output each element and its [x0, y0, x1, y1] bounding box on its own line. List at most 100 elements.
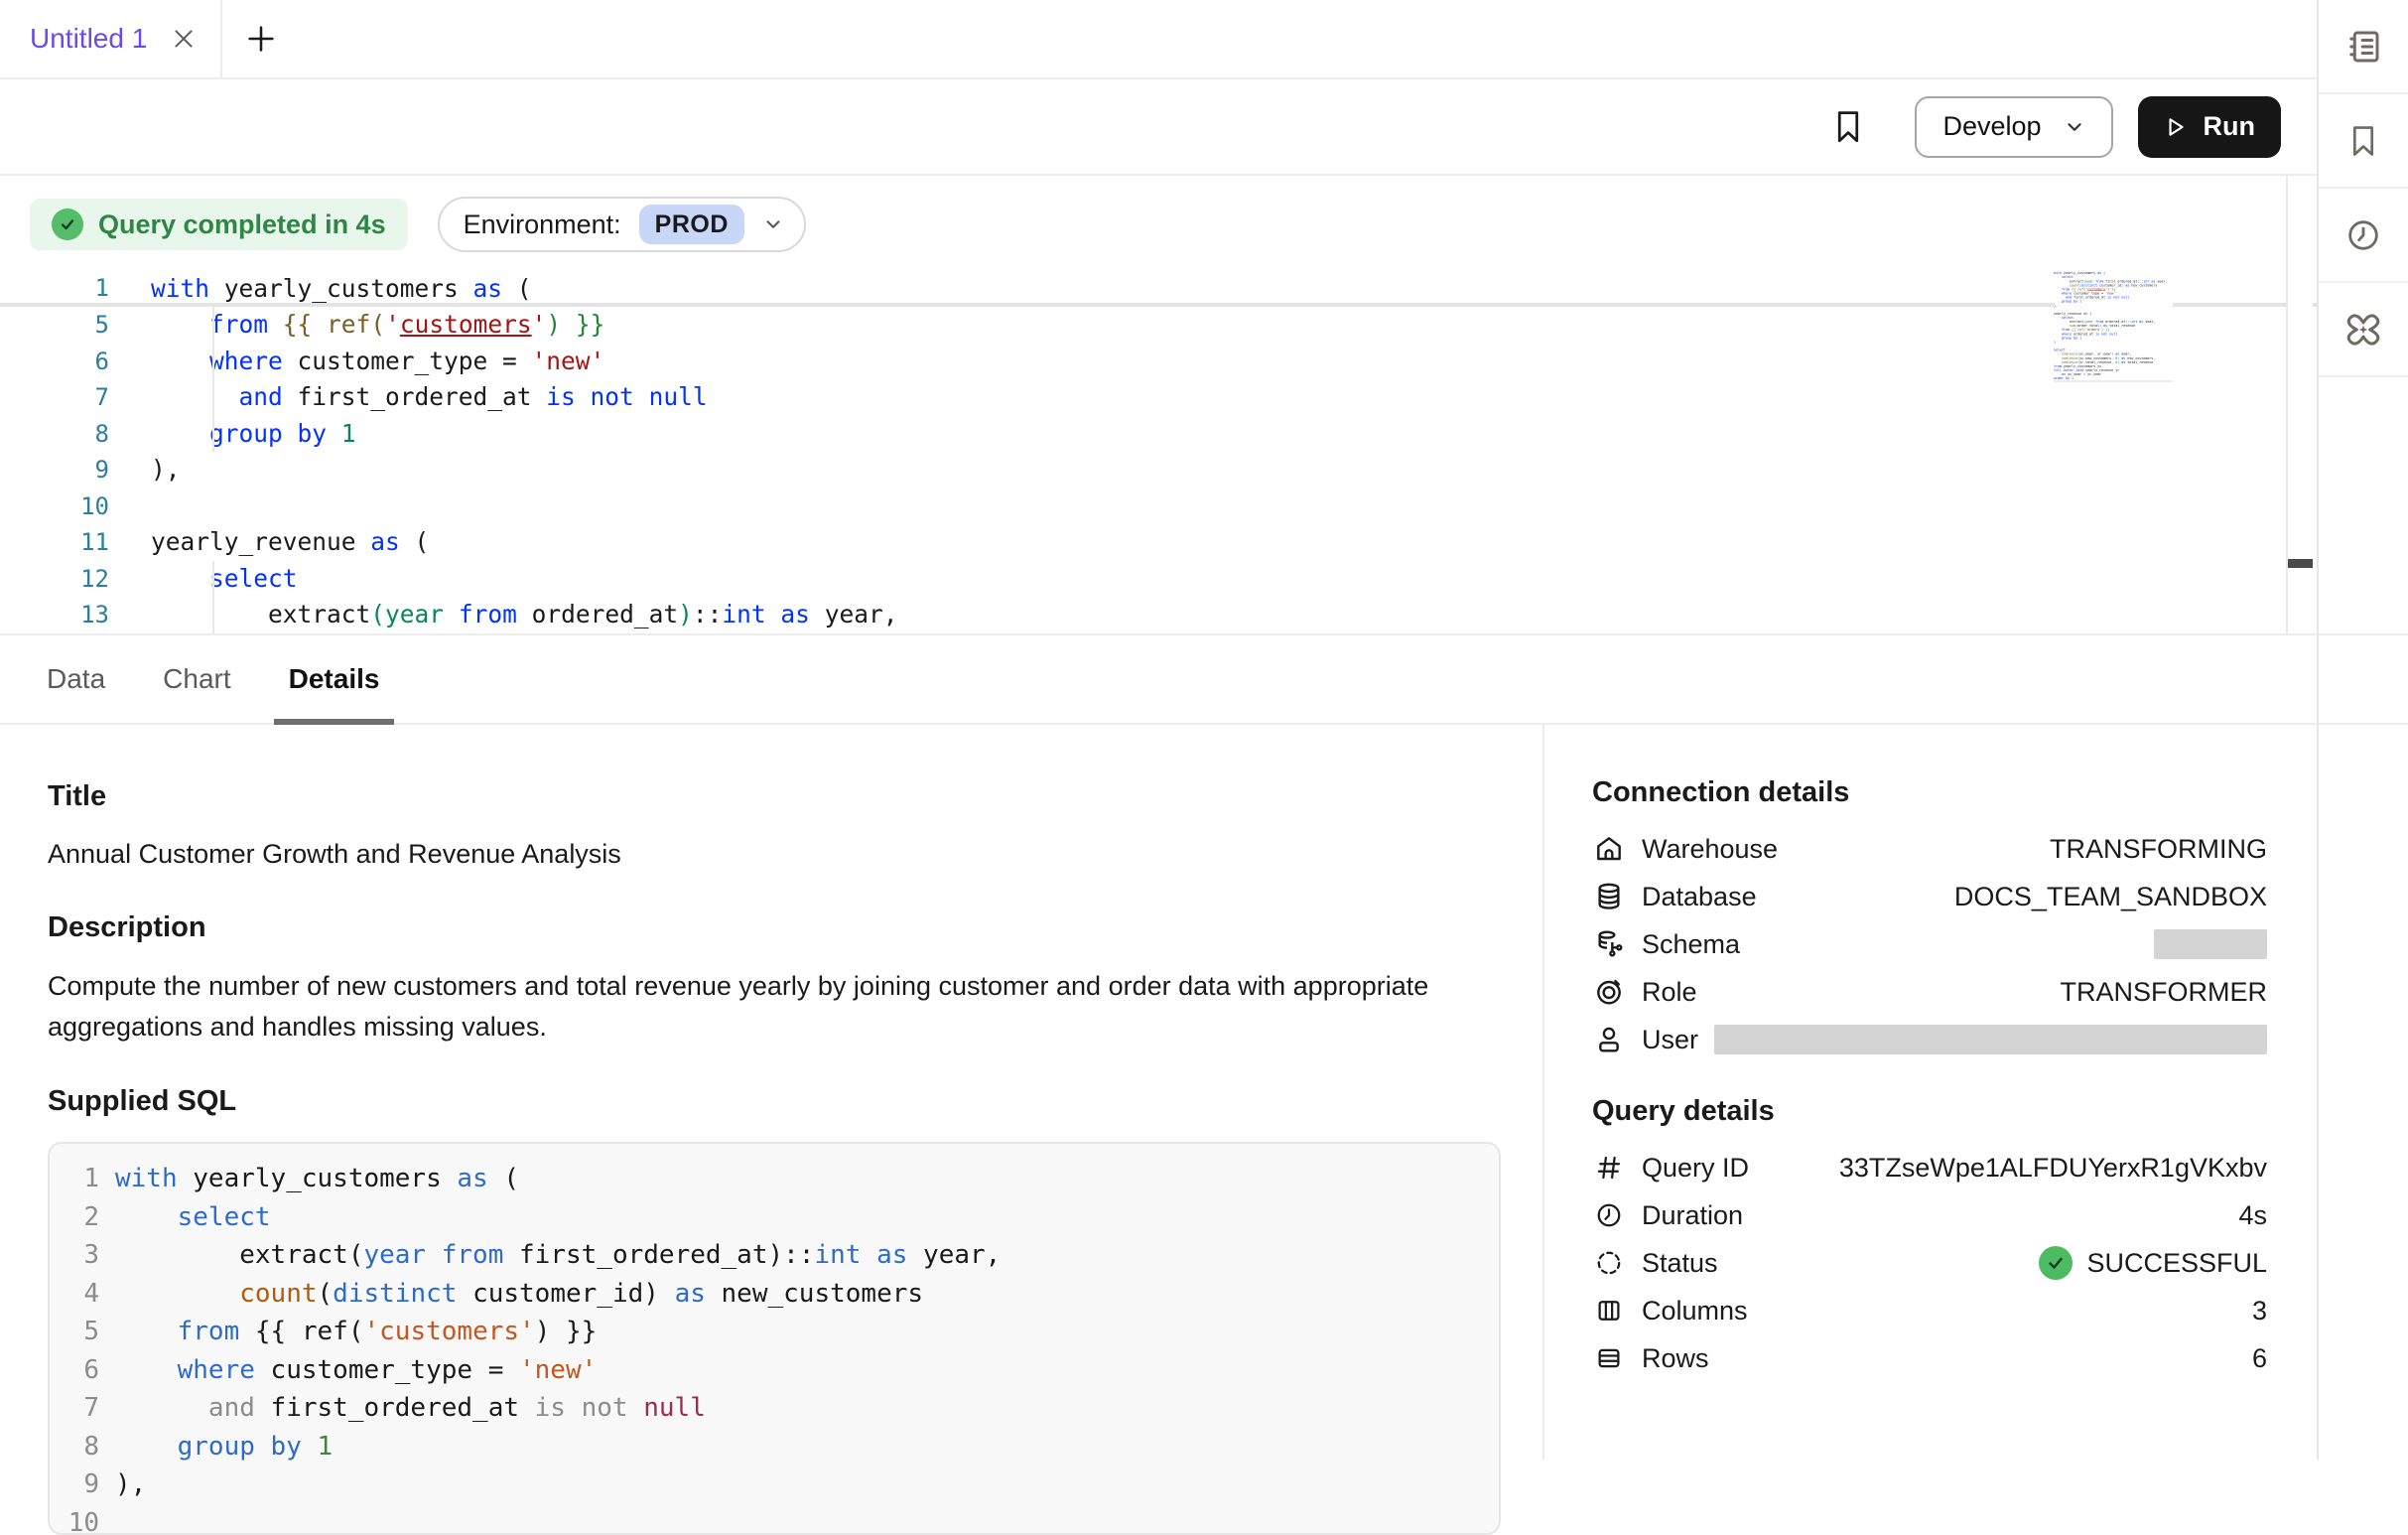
- line-number: 9: [64, 1465, 99, 1504]
- results-tab-bar: Data Chart Details: [0, 635, 2317, 725]
- redacted-value: [1714, 1025, 2267, 1054]
- line-number: 12: [0, 561, 109, 598]
- develop-dropdown[interactable]: Develop: [1915, 96, 2112, 158]
- editor-scrollbar[interactable]: [2286, 176, 2313, 633]
- spinner-icon: [1592, 1246, 1626, 1280]
- history-panel-button[interactable]: [2319, 189, 2408, 283]
- close-icon[interactable]: [171, 26, 197, 52]
- code-line[interactable]: 9),: [0, 452, 2317, 488]
- code-line: 3 extract(year from first_ordered_at)::i…: [64, 1236, 1499, 1275]
- notebook-panel-button[interactable]: [2319, 0, 2408, 94]
- notebook-icon: [2342, 26, 2384, 68]
- line-number: 10: [0, 488, 109, 525]
- code-line[interactable]: 10: [0, 488, 2317, 525]
- hash-icon: [1592, 1151, 1626, 1185]
- editor-toolbar: Develop Run: [0, 79, 2317, 176]
- editor-minimap[interactable]: with yearly_customers as ( select extrac…: [2054, 271, 2173, 382]
- divider: [2319, 633, 2408, 635]
- tab-title: Untitled 1: [30, 23, 147, 55]
- code-line[interactable]: 11 yearly_revenue as (: [0, 524, 2317, 561]
- code-line: 6 where customer_type = 'new': [64, 1351, 1499, 1390]
- plus-icon: [244, 22, 278, 56]
- code-text: where customer_type = 'new': [115, 1351, 597, 1390]
- connection-row-user: User: [1592, 1016, 2267, 1063]
- code-text: where customer_type = 'new': [151, 344, 604, 380]
- query-row-status: Status SUCCESSFUL: [1592, 1239, 2267, 1287]
- query-status-pill: Query completed in 4s: [30, 199, 408, 250]
- row-label: Duration: [1642, 1200, 1743, 1231]
- code-text: select: [115, 1198, 271, 1237]
- code-line: 5 from {{ ref('customers') }}: [64, 1313, 1499, 1351]
- bookmarks-panel-button[interactable]: [2319, 94, 2408, 189]
- row-label: User: [1642, 1025, 1698, 1055]
- code-line: 2 select: [64, 1198, 1499, 1237]
- code-line[interactable]: 5 from {{ ref('customers') }}: [0, 307, 2317, 344]
- bookmark-button[interactable]: [1833, 109, 1863, 145]
- scrollbar-thumb[interactable]: [2288, 559, 2313, 568]
- query-row-columns: Columns 3: [1592, 1287, 2267, 1334]
- code-text: extract(year from ordered_at)::int as ye…: [151, 597, 897, 633]
- line-number: 8: [0, 416, 109, 453]
- connection-row-warehouse: Warehouse TRANSFORMING: [1592, 825, 2267, 873]
- code-text: group by 1: [151, 416, 356, 453]
- code-text: extract(year from first_ordered_at)::int…: [115, 1236, 1001, 1275]
- code-line[interactable]: 8 group by 1: [0, 416, 2317, 453]
- connection-rows: Warehouse TRANSFORMING Database DOCS_TEA…: [1592, 825, 2267, 1063]
- connection-details-heading: Connection details: [1592, 776, 2267, 809]
- sticky-code-line[interactable]: 1with yearly_customers as (: [0, 270, 2317, 307]
- chevron-down-icon: [762, 213, 784, 235]
- row-label: Status: [1642, 1248, 1718, 1279]
- row-label: Columns: [1642, 1296, 1748, 1326]
- code-editor[interactable]: 1with yearly_customers as ( 5 from {{ re…: [0, 270, 2317, 633]
- code-line[interactable]: 12 select: [0, 561, 2317, 598]
- line-number: 7: [0, 379, 109, 416]
- history-clock-icon: [2343, 215, 2383, 255]
- status-text: SUCCESSFUL: [2086, 1248, 2267, 1279]
- run-button[interactable]: Run: [2138, 96, 2281, 158]
- code-line: 10: [64, 1504, 1499, 1535]
- develop-label: Develop: [1942, 111, 2041, 142]
- supplied-sql-block: 1with yearly_customers as (2 select3 ext…: [48, 1142, 1501, 1535]
- row-label: Role: [1642, 977, 1697, 1008]
- environment-label: Environment:: [464, 209, 621, 240]
- tab-details[interactable]: Details: [274, 635, 395, 723]
- code-text: ),: [151, 452, 181, 488]
- connection-row-database: Database DOCS_TEAM_SANDBOX: [1592, 873, 2267, 920]
- warehouse-icon: [1592, 832, 1626, 866]
- code-text: group by 1: [115, 1428, 333, 1466]
- line-number: 8: [64, 1428, 99, 1466]
- clock-icon: [1592, 1198, 1626, 1232]
- line-number: 11: [0, 524, 109, 561]
- line-number: 6: [0, 344, 109, 380]
- environment-selector[interactable]: Environment: PROD: [438, 197, 806, 252]
- code-line: 7 and first_ordered_at is not null: [64, 1389, 1499, 1428]
- code-text: yearly_revenue as (: [151, 524, 429, 561]
- new-tab-button[interactable]: [222, 0, 300, 77]
- details-panel: Title Annual Customer Growth and Revenue…: [0, 725, 2317, 1460]
- code-line: 8 group by 1: [64, 1428, 1499, 1466]
- query-row-duration: Duration 4s: [1592, 1191, 2267, 1239]
- row-value: 3: [2252, 1296, 2267, 1326]
- status-badge: SUCCESSFUL: [2039, 1246, 2267, 1280]
- run-label: Run: [2204, 111, 2255, 142]
- row-value: 4s: [2238, 1200, 2267, 1231]
- code-text: and first_ordered_at is not null: [151, 379, 708, 416]
- tab-chart[interactable]: Chart: [148, 635, 245, 723]
- line-number: 1: [0, 270, 109, 303]
- lineage-panel-button[interactable]: [2319, 283, 2408, 377]
- code-line[interactable]: 7 and first_ordered_at is not null: [0, 379, 2317, 416]
- query-details-heading: Query details: [1592, 1095, 2267, 1128]
- code-line: 9),: [64, 1465, 1499, 1504]
- schema-icon: [1592, 927, 1626, 961]
- tab-untitled-1[interactable]: Untitled 1: [0, 0, 222, 77]
- bookmark-icon: [2344, 122, 2382, 160]
- code-line[interactable]: 13 extract(year from ordered_at)::int as…: [0, 597, 2317, 633]
- right-icon-sidebar: [2317, 0, 2408, 1460]
- redacted-value: [2154, 929, 2267, 959]
- tab-data[interactable]: Data: [32, 635, 120, 723]
- code-line[interactable]: 6 where customer_type = 'new': [0, 344, 2317, 380]
- line-number: 4: [64, 1275, 99, 1314]
- connection-row-role: Role TRANSFORMER: [1592, 968, 2267, 1016]
- editor-tab-bar: Untitled 1: [0, 0, 2317, 79]
- line-number: 6: [64, 1351, 99, 1390]
